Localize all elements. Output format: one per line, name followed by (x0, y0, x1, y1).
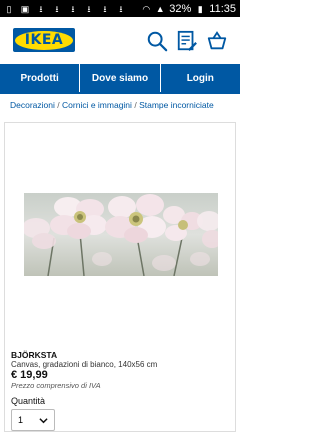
product-description: Canvas, gradazioni di bianco, 140x56 cm (11, 360, 158, 369)
product-image[interactable] (24, 193, 218, 276)
ikea-logo[interactable]: IKEA (13, 28, 75, 52)
download-icon: ⭳ (55, 3, 59, 14)
search-icon[interactable] (146, 30, 168, 52)
gallery-icon: ▣ (20, 3, 30, 14)
status-bar: ▯ ▣ ⭳ ⭳ ⭳ ⭳ ⭳ ⭳ ◠ ▲ 32% ▮ 11:35 (0, 0, 240, 17)
notification-icons: ▯ ▣ ⭳ ⭳ ⭳ ⭳ ⭳ ⭳ (4, 4, 126, 14)
breadcrumb-item-decorazioni[interactable]: Decorazioni (10, 100, 55, 110)
logo-text: IKEA (24, 32, 64, 48)
battery-icon: ▮ (197, 3, 203, 14)
product-card: BJÖRKSTA Canvas, gradazioni di bianco, 1… (4, 122, 236, 432)
site-header: IKEA (0, 17, 240, 64)
download-icon: ⭳ (103, 3, 107, 14)
signal-icon: ▲ (155, 3, 165, 14)
breadcrumb: Decorazioni / Cornici e immagini / Stamp… (10, 100, 214, 110)
battery-percent: 32% (169, 2, 192, 15)
quantity-select[interactable]: 1 (11, 409, 55, 431)
download-icon: ⭳ (71, 3, 75, 14)
shopping-list-icon[interactable] (176, 30, 198, 52)
breadcrumb-item-stampe[interactable]: Stampe incorniciate (139, 100, 214, 110)
sim-icon: ▯ (6, 3, 12, 14)
nav-dove-siamo[interactable]: Dove siamo (80, 64, 161, 92)
cart-icon[interactable] (206, 30, 228, 52)
flower-artwork (24, 194, 218, 276)
breadcrumb-item-cornici[interactable]: Cornici e immagini (62, 100, 132, 110)
wifi-icon: ◠ (142, 3, 151, 14)
quantity-value: 1 (18, 415, 24, 425)
download-icon: ⭳ (39, 3, 43, 14)
nav-login[interactable]: Login (161, 64, 240, 92)
breadcrumb-separator: / (57, 100, 60, 110)
vat-note: Prezzo comprensivo di IVA (11, 381, 101, 390)
download-icon: ⭳ (87, 3, 91, 14)
breadcrumb-separator: / (134, 100, 137, 110)
quantity-label: Quantità (11, 396, 46, 406)
product-name: BJÖRKSTA (11, 350, 58, 360)
nav-divider (0, 92, 240, 94)
nav-prodotti[interactable]: Prodotti (0, 64, 81, 92)
main-nav: Prodotti Dove siamo Login (0, 64, 240, 92)
chevron-down-icon (39, 418, 48, 424)
clock: 11:35 (209, 2, 236, 15)
logo-ellipse: IKEA (15, 30, 73, 50)
download-icon: ⭳ (119, 3, 123, 14)
product-price: € 19,99 (11, 369, 48, 381)
